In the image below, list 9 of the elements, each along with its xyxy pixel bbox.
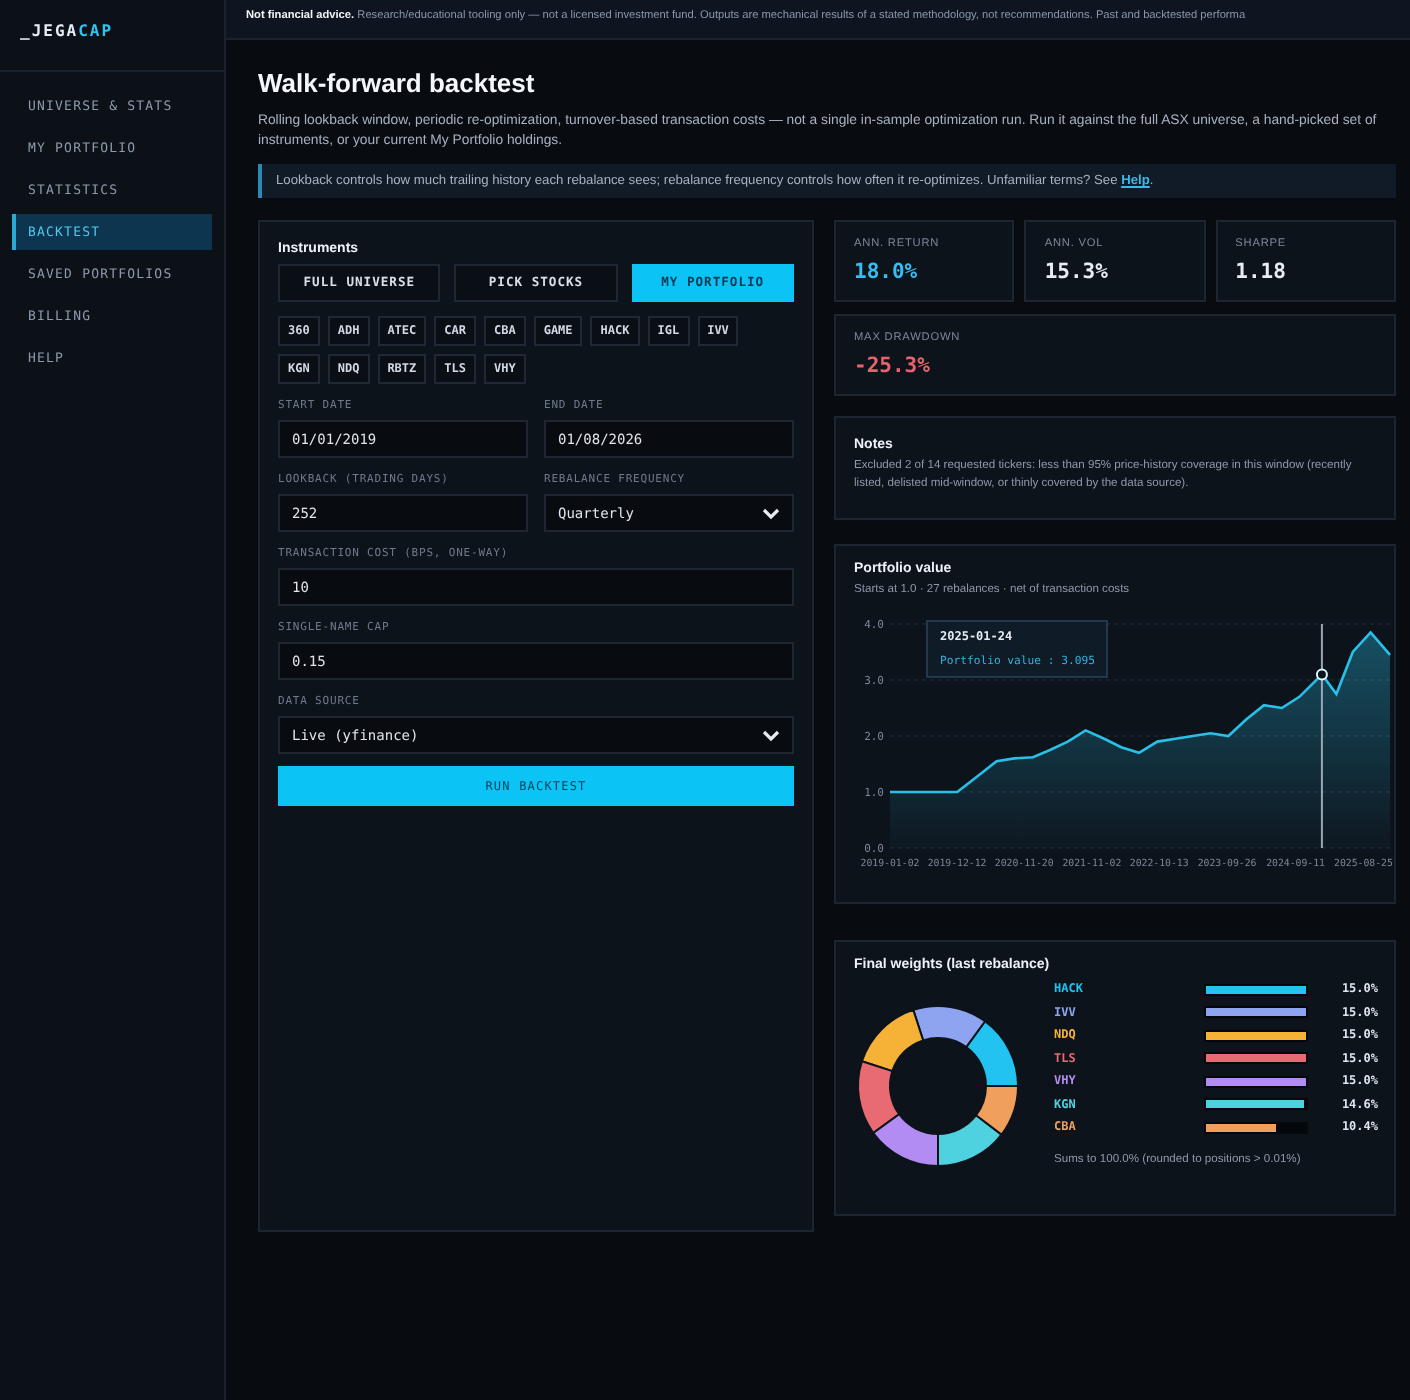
stat-value: -25.3% [854, 354, 932, 378]
logo: _JEGACAP [0, 0, 224, 72]
chevron-down-icon [762, 507, 780, 519]
page-title: Walk-forward backtest [258, 68, 537, 98]
stat-value: 1.18 [1235, 260, 1288, 284]
stat-value: 15.3% [1044, 260, 1110, 284]
hover-point [1315, 668, 1328, 681]
stat-value: 18.0% [854, 260, 920, 284]
chevron-down-icon [762, 729, 780, 741]
